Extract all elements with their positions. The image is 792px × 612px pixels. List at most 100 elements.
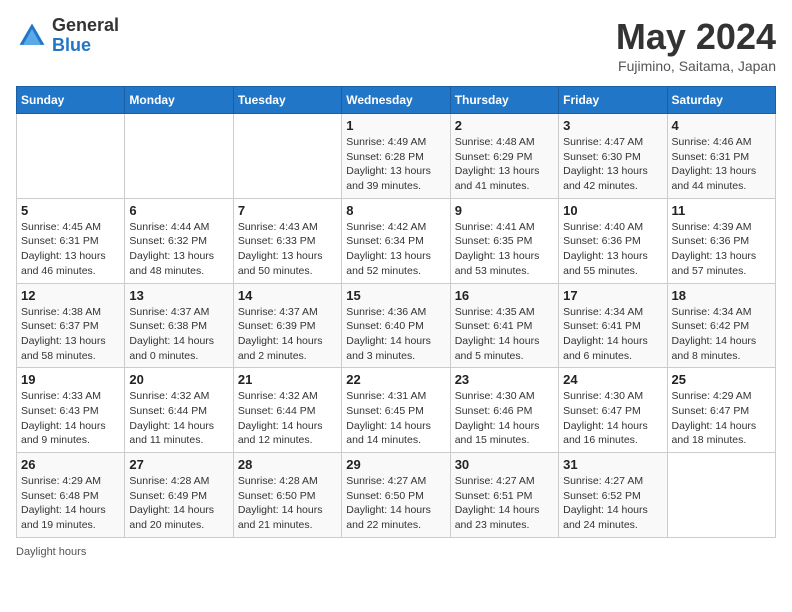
logo-general-text: General xyxy=(52,15,119,35)
day-number: 2 xyxy=(455,118,554,133)
page-header: General Blue May 2024 Fujimino, Saitama,… xyxy=(16,16,776,74)
calendar-cell xyxy=(17,114,125,199)
day-info: Sunrise: 4:28 AM Sunset: 6:49 PM Dayligh… xyxy=(129,474,228,533)
day-of-week-header: Friday xyxy=(559,87,667,114)
day-number: 1 xyxy=(346,118,445,133)
calendar-cell: 28Sunrise: 4:28 AM Sunset: 6:50 PM Dayli… xyxy=(233,453,341,538)
calendar-cell: 8Sunrise: 4:42 AM Sunset: 6:34 PM Daylig… xyxy=(342,198,450,283)
logo-blue-text: Blue xyxy=(52,35,91,55)
calendar-cell: 18 Sunrise: 4:34 AM Sunset: 6:42 PM Dayli… xyxy=(667,283,775,368)
day-of-week-header: Wednesday xyxy=(342,87,450,114)
day-info: Sunrise: 4:28 AM Sunset: 6:50 PM Dayligh… xyxy=(238,474,337,533)
day-info: Sunrise: 4:40 AM Sunset: 6:36 PM Dayligh… xyxy=(563,220,662,279)
day-info: Sunrise: 4:46 AM Sunset: 6:31 PM Dayligh… xyxy=(672,135,771,194)
day-info: Sunrise: 4:31 AM Sunset: 6:45 PM Dayligh… xyxy=(346,389,445,448)
day-number: 31 xyxy=(563,457,662,472)
day-info: Sunrise: 4:37 AM Sunset: 6:38 PM Dayligh… xyxy=(129,305,228,364)
day-info: Sunrise: 4:44 AM Sunset: 6:32 PM Dayligh… xyxy=(129,220,228,279)
day-number: 17 xyxy=(563,288,662,303)
day-number: 22 xyxy=(346,372,445,387)
day-number: 20 xyxy=(129,372,228,387)
calendar-cell: 3 Sunrise: 4:47 AM Sunset: 6:30 PM Daylig… xyxy=(559,114,667,199)
day-number: 11 xyxy=(672,203,771,218)
day-info: Sunrise: 4:48 AM Sunset: 6:29 PM Dayligh… xyxy=(455,135,554,194)
calendar-cell: 16Sunrise: 4:35 AM Sunset: 6:41 PM Dayli… xyxy=(450,283,558,368)
day-info: Sunrise: 4:30 AM Sunset: 6:47 PM Dayligh… xyxy=(563,389,662,448)
day-info: Sunrise: 4:30 AM Sunset: 6:46 PM Dayligh… xyxy=(455,389,554,448)
logo: General Blue xyxy=(16,16,119,56)
calendar-cell: 4 Sunrise: 4:46 AM Sunset: 6:31 PM Daylig… xyxy=(667,114,775,199)
calendar-cell: 20 Sunrise: 4:32 AM Sunset: 6:44 PM Dayli… xyxy=(125,368,233,453)
calendar-cell: 22 Sunrise: 4:31 AM Sunset: 6:45 PM Dayli… xyxy=(342,368,450,453)
title-block: May 2024 Fujimino, Saitama, Japan xyxy=(616,16,776,74)
logo-icon xyxy=(16,20,48,52)
month-title: May 2024 xyxy=(616,16,776,58)
calendar-cell: 24Sunrise: 4:30 AM Sunset: 6:47 PM Dayli… xyxy=(559,368,667,453)
calendar-header-row: SundayMondayTuesdayWednesdayThursdayFrid… xyxy=(17,87,776,114)
day-info: Sunrise: 4:32 AM Sunset: 6:44 PM Dayligh… xyxy=(129,389,228,448)
day-info: Sunrise: 4:37 AM Sunset: 6:39 PM Dayligh… xyxy=(238,305,337,364)
day-number: 6 xyxy=(129,203,228,218)
day-info: Sunrise: 4:41 AM Sunset: 6:35 PM Dayligh… xyxy=(455,220,554,279)
calendar-week-row: 26 Sunrise: 4:29 AM Sunset: 6:48 PM Dayli… xyxy=(17,453,776,538)
day-number: 23 xyxy=(455,372,554,387)
day-number: 5 xyxy=(21,203,120,218)
day-number: 13 xyxy=(129,288,228,303)
day-info: Sunrise: 4:36 AM Sunset: 6:40 PM Dayligh… xyxy=(346,305,445,364)
day-number: 27 xyxy=(129,457,228,472)
day-number: 3 xyxy=(563,118,662,133)
calendar-cell: 5 Sunrise: 4:45 AM Sunset: 6:31 PM Daylig… xyxy=(17,198,125,283)
day-of-week-header: Thursday xyxy=(450,87,558,114)
calendar-cell: 21 Sunrise: 4:32 AM Sunset: 6:44 PM Dayli… xyxy=(233,368,341,453)
calendar-week-row: 1 Sunrise: 4:49 AM Sunset: 6:28 PM Daylig… xyxy=(17,114,776,199)
location-text: Fujimino, Saitama, Japan xyxy=(616,58,776,74)
calendar-cell: 7 Sunrise: 4:43 AM Sunset: 6:33 PM Daylig… xyxy=(233,198,341,283)
day-info: Sunrise: 4:38 AM Sunset: 6:37 PM Dayligh… xyxy=(21,305,120,364)
logo-text: General Blue xyxy=(52,16,119,56)
calendar-cell: 14 Sunrise: 4:37 AM Sunset: 6:39 PM Dayli… xyxy=(233,283,341,368)
calendar-cell: 10 Sunrise: 4:40 AM Sunset: 6:36 PM Dayli… xyxy=(559,198,667,283)
day-number: 30 xyxy=(455,457,554,472)
day-number: 19 xyxy=(21,372,120,387)
calendar-cell xyxy=(667,453,775,538)
day-info: Sunrise: 4:29 AM Sunset: 6:47 PM Dayligh… xyxy=(672,389,771,448)
day-info: Sunrise: 4:27 AM Sunset: 6:51 PM Dayligh… xyxy=(455,474,554,533)
day-number: 26 xyxy=(21,457,120,472)
daylight-label: Daylight hours xyxy=(16,546,86,558)
day-number: 16 xyxy=(455,288,554,303)
day-number: 10 xyxy=(563,203,662,218)
calendar-week-row: 12 Sunrise: 4:38 AM Sunset: 6:37 PM Dayli… xyxy=(17,283,776,368)
calendar-cell: 1 Sunrise: 4:49 AM Sunset: 6:28 PM Daylig… xyxy=(342,114,450,199)
day-info: Sunrise: 4:45 AM Sunset: 6:31 PM Dayligh… xyxy=(21,220,120,279)
calendar-cell: 6 Sunrise: 4:44 AM Sunset: 6:32 PM Daylig… xyxy=(125,198,233,283)
day-info: Sunrise: 4:32 AM Sunset: 6:44 PM Dayligh… xyxy=(238,389,337,448)
calendar-cell: 23 Sunrise: 4:30 AM Sunset: 6:46 PM Dayli… xyxy=(450,368,558,453)
day-info: Sunrise: 4:49 AM Sunset: 6:28 PM Dayligh… xyxy=(346,135,445,194)
day-number: 21 xyxy=(238,372,337,387)
calendar-week-row: 19 Sunrise: 4:33 AM Sunset: 6:43 PM Dayli… xyxy=(17,368,776,453)
day-number: 4 xyxy=(672,118,771,133)
calendar-cell: 12 Sunrise: 4:38 AM Sunset: 6:37 PM Dayli… xyxy=(17,283,125,368)
calendar-cell: 30 Sunrise: 4:27 AM Sunset: 6:51 PM Dayli… xyxy=(450,453,558,538)
day-info: Sunrise: 4:39 AM Sunset: 6:36 PM Dayligh… xyxy=(672,220,771,279)
footer: Daylight hours xyxy=(16,546,776,558)
day-number: 25 xyxy=(672,372,771,387)
day-info: Sunrise: 4:29 AM Sunset: 6:48 PM Dayligh… xyxy=(21,474,120,533)
day-info: Sunrise: 4:42 AM Sunset: 6:34 PM Dayligh… xyxy=(346,220,445,279)
day-info: Sunrise: 4:34 AM Sunset: 6:42 PM Dayligh… xyxy=(672,305,771,364)
calendar-cell: 11 Sunrise: 4:39 AM Sunset: 6:36 PM Dayli… xyxy=(667,198,775,283)
day-of-week-header: Monday xyxy=(125,87,233,114)
day-of-week-header: Tuesday xyxy=(233,87,341,114)
day-number: 12 xyxy=(21,288,120,303)
day-info: Sunrise: 4:43 AM Sunset: 6:33 PM Dayligh… xyxy=(238,220,337,279)
day-number: 7 xyxy=(238,203,337,218)
day-number: 18 xyxy=(672,288,771,303)
calendar-cell: 26 Sunrise: 4:29 AM Sunset: 6:48 PM Dayli… xyxy=(17,453,125,538)
calendar-cell: 29Sunrise: 4:27 AM Sunset: 6:50 PM Dayli… xyxy=(342,453,450,538)
calendar-table: SundayMondayTuesdayWednesdayThursdayFrid… xyxy=(16,86,776,538)
day-number: 14 xyxy=(238,288,337,303)
day-info: Sunrise: 4:33 AM Sunset: 6:43 PM Dayligh… xyxy=(21,389,120,448)
day-info: Sunrise: 4:47 AM Sunset: 6:30 PM Dayligh… xyxy=(563,135,662,194)
calendar-cell: 31Sunrise: 4:27 AM Sunset: 6:52 PM Dayli… xyxy=(559,453,667,538)
day-number: 29 xyxy=(346,457,445,472)
